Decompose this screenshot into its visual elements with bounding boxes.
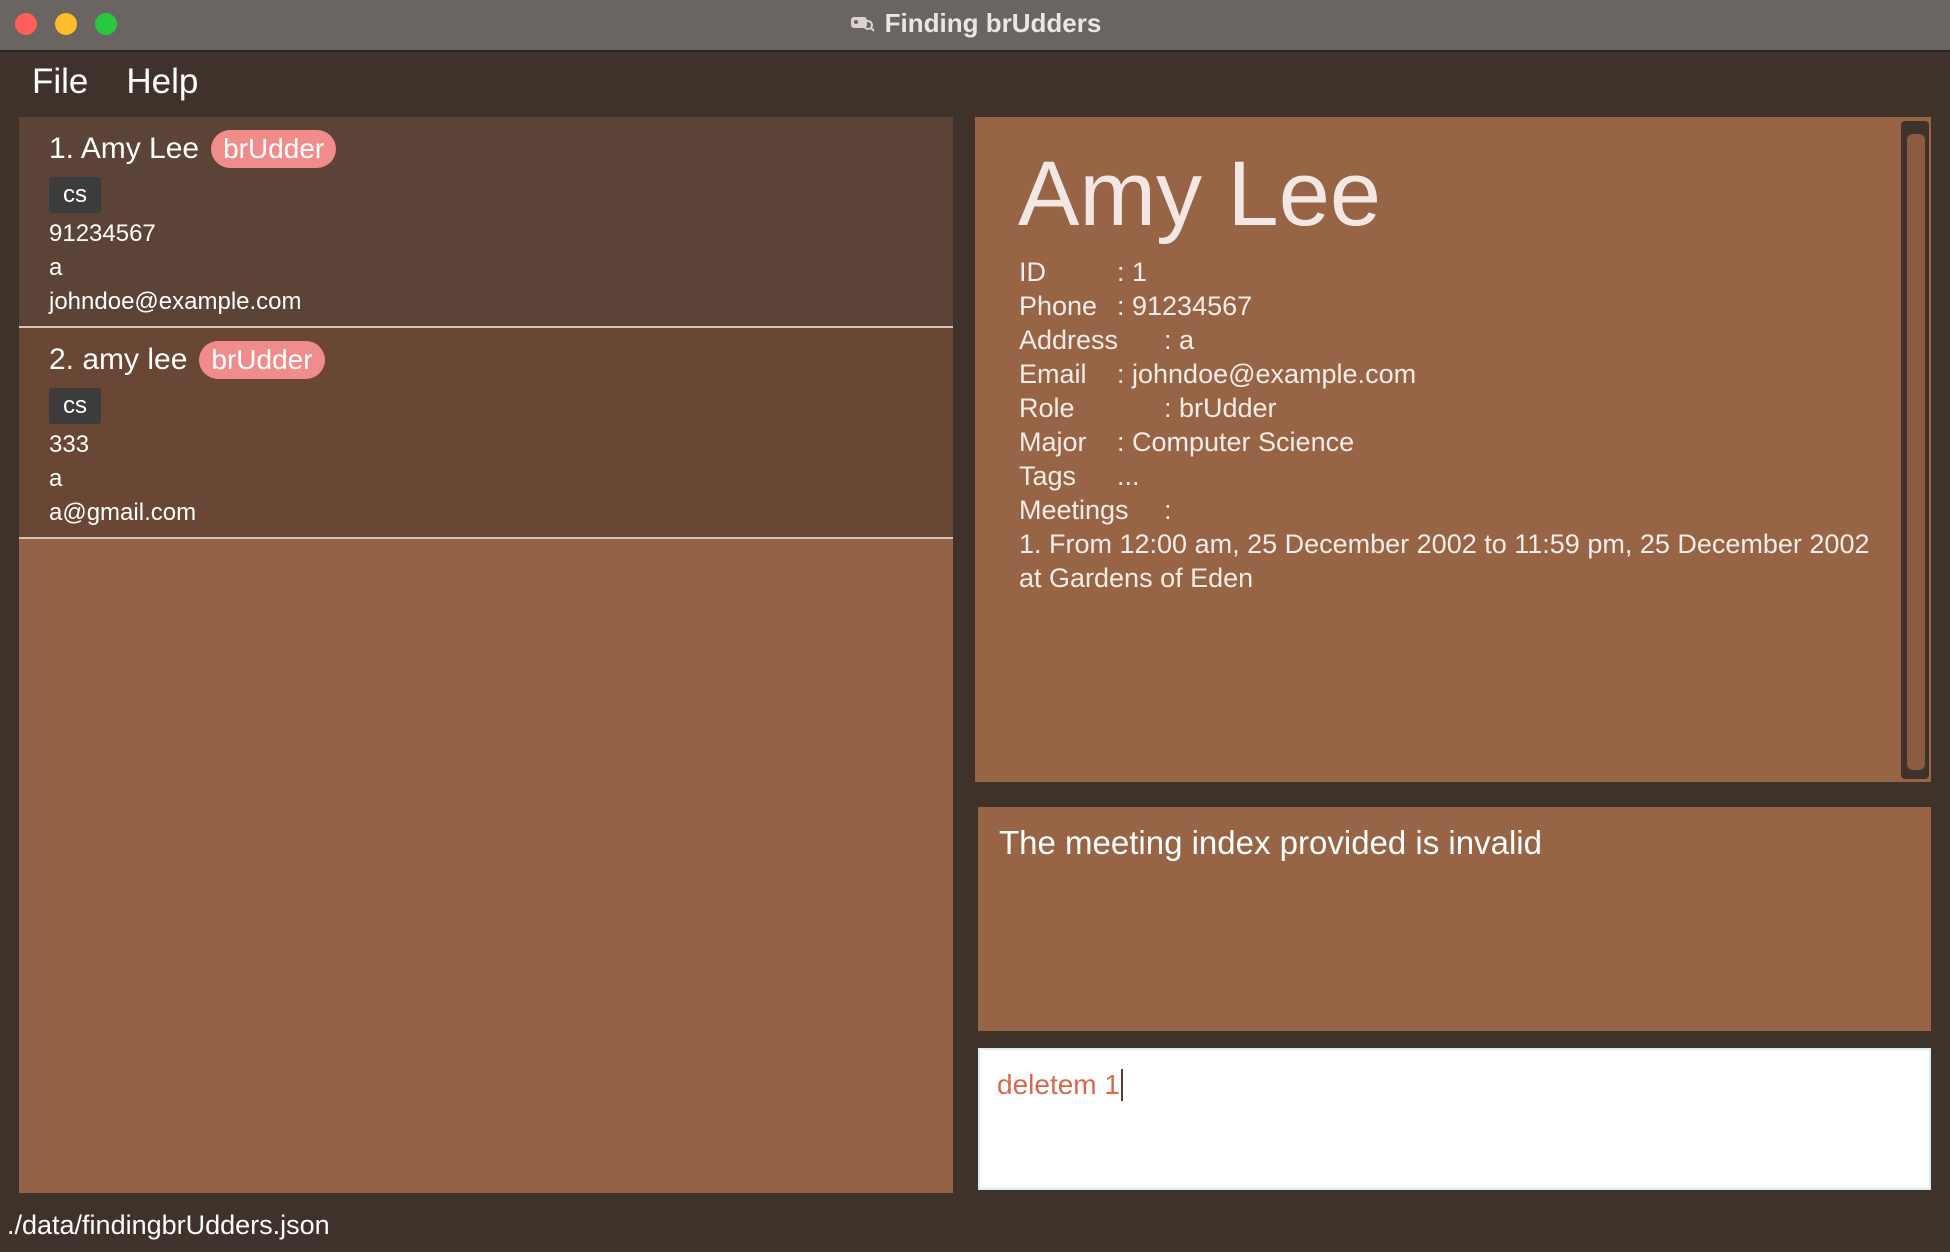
detail-scrollbar[interactable] <box>1901 121 1929 779</box>
detail-fields: ID : 1 Phone : 91234567 Address : a Emai… <box>1019 255 1869 595</box>
menu-file[interactable]: File <box>16 62 104 102</box>
text-caret <box>1120 1069 1123 1101</box>
window-title: Finding brUdders <box>884 7 1102 38</box>
window-title-group: Finding brUdders <box>0 0 1950 46</box>
meeting-location: at Gardens of Eden <box>1019 563 1254 593</box>
detail-row-tags: Tags ... <box>1019 459 1869 493</box>
person-card-header: 1. Amy Lee brUdder <box>49 127 953 171</box>
detail-row-email: Email : johndoe@example.com <box>1019 357 1869 391</box>
command-input[interactable]: deletem 1 <box>997 1062 1123 1108</box>
person-email: johndoe@example.com <box>49 288 302 315</box>
person-list[interactable]: 1. Amy Lee brUdder cs 91234567 a johndoe… <box>19 117 953 1193</box>
detail-value: : Computer Science <box>1117 427 1355 457</box>
meeting-item: 1. From 12:00 am, 25 December 2002 to 11… <box>1019 529 1870 559</box>
detail-row-major: Major : Computer Science <box>1019 425 1869 459</box>
detail-label: Address <box>1019 325 1119 355</box>
person-name: 2. amy lee <box>49 343 188 376</box>
person-card[interactable]: 1. Amy Lee brUdder cs 91234567 a johndoe… <box>19 117 953 328</box>
menu-bar: File Help <box>0 52 1950 112</box>
detail-label: ID <box>1019 257 1046 287</box>
detail-label: Tags <box>1019 461 1077 491</box>
detail-value: : <box>1164 495 1172 525</box>
person-phone: 91234567 <box>49 220 156 247</box>
person-address: a <box>49 465 63 492</box>
detail-value: : a <box>1164 325 1195 355</box>
result-message: The meeting index provided is invalid <box>999 824 1542 861</box>
detail-name: Amy Lee <box>1018 143 1382 245</box>
tag-badge: cs <box>49 388 101 424</box>
detail-row-phone: Phone : 91234567 <box>1019 289 1869 323</box>
detail-value: : brUdder <box>1164 393 1277 423</box>
title-bar: Finding brUdders <box>0 0 1950 52</box>
detail-value: : 1 <box>1117 257 1148 287</box>
command-box[interactable]: deletem 1 <box>978 1048 1931 1190</box>
person-email: a@gmail.com <box>49 499 197 526</box>
detail-row-role: Role : brUdder <box>1019 391 1869 425</box>
tag-badge: cs <box>49 177 101 213</box>
status-bar-path: ./data/findingbrUdders.json <box>7 1210 330 1240</box>
app-icon <box>850 17 875 32</box>
person-card-header: 2. amy lee brUdder <box>49 338 953 382</box>
detail-row-meetings: Meetings : <box>1019 493 1869 527</box>
detail-label: Phone <box>1019 291 1098 321</box>
detail-label: Email <box>1019 359 1087 389</box>
app-window: Finding brUdders File Help 1. Amy Lee br… <box>0 0 1950 1252</box>
result-display: The meeting index provided is invalid <box>978 807 1931 1031</box>
menu-help[interactable]: Help <box>110 62 214 102</box>
detail-value: : johndoe@example.com <box>1117 359 1417 389</box>
role-badge: brUdder <box>199 341 325 379</box>
detail-value: : 91234567 <box>1117 291 1253 321</box>
detail-scrollbar-thumb[interactable] <box>1907 134 1925 770</box>
detail-row-id: ID : 1 <box>1019 255 1869 289</box>
detail-value: ... <box>1117 461 1140 491</box>
detail-row-address: Address : a <box>1019 323 1869 357</box>
person-address: a <box>49 254 63 281</box>
person-card[interactable]: 2. amy lee brUdder cs 333 a a@gmail.com <box>19 328 953 539</box>
detail-label: Meetings <box>1019 495 1129 525</box>
role-badge: brUdder <box>211 130 337 168</box>
detail-label: Role <box>1019 393 1075 423</box>
command-text: deletem 1 <box>997 1069 1120 1100</box>
detail-label: Major <box>1019 427 1087 457</box>
person-detail-panel: Amy Lee ID : 1 Phone : 91234567 Address … <box>975 117 1931 782</box>
person-phone: 333 <box>49 431 90 458</box>
person-name: 1. Amy Lee <box>49 132 200 165</box>
